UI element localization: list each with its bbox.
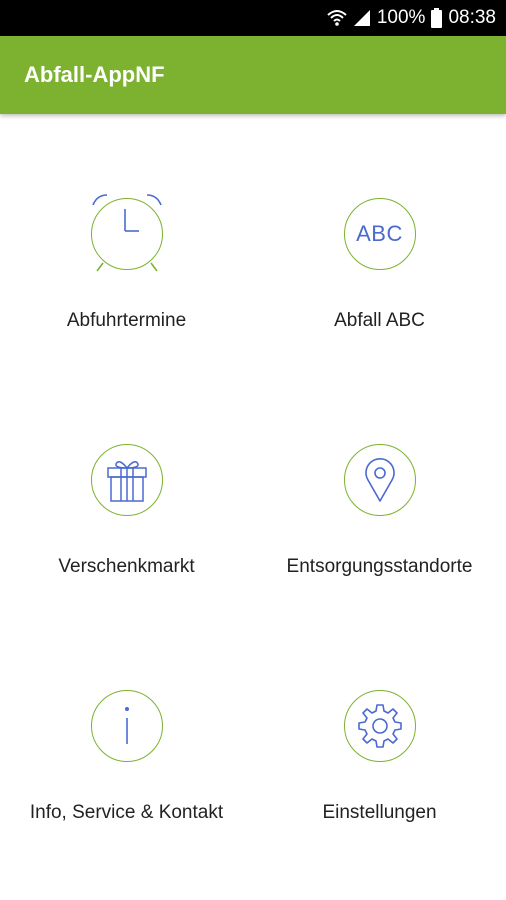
menu-item-label: Verschenkmarkt: [58, 556, 195, 577]
clock-time: 08:38: [448, 7, 496, 28]
menu-item-verschenkmarkt[interactable]: Verschenkmarkt: [0, 360, 253, 606]
abc-icon: ABC: [343, 198, 416, 270]
wifi-icon: [327, 9, 347, 27]
battery-icon: [431, 8, 443, 28]
menu-item-label: Abfuhrtermine: [66, 310, 187, 331]
gear-icon: [343, 690, 416, 762]
status-bar: 100% 08:38: [0, 0, 506, 36]
menu-item-abfuhrtermine[interactable]: Abfuhrtermine: [0, 114, 253, 360]
abc-icon-text: ABC: [356, 221, 403, 246]
menu-item-label: Abfall ABC: [334, 310, 425, 331]
app-title: Abfall-AppNF: [24, 62, 165, 87]
info-icon: [90, 690, 163, 762]
location-pin-icon: [343, 444, 416, 516]
menu-item-label: Entsorgungsstandorte: [286, 556, 473, 577]
gift-icon: [90, 444, 163, 516]
menu-item-abfall-abc[interactable]: ABC Abfall ABC: [253, 114, 506, 360]
menu-item-entsorgungsstandorte[interactable]: Entsorgungsstandorte: [253, 360, 506, 606]
menu-grid: Abfuhrtermine ABC Abfall ABC Verschenkma…: [0, 114, 506, 900]
menu-item-einstellungen[interactable]: Einstellungen: [253, 606, 506, 852]
menu-item-info-service-kontakt[interactable]: Info, Service & Kontakt: [0, 606, 253, 852]
signal-icon: [353, 9, 371, 27]
menu-item-label: Einstellungen: [322, 802, 437, 823]
battery-percent: 100%: [376, 7, 426, 28]
app-bar: Abfall-AppNF: [0, 36, 506, 114]
menu-item-label: Info, Service & Kontakt: [29, 802, 224, 823]
alarm-clock-icon: [90, 194, 163, 272]
